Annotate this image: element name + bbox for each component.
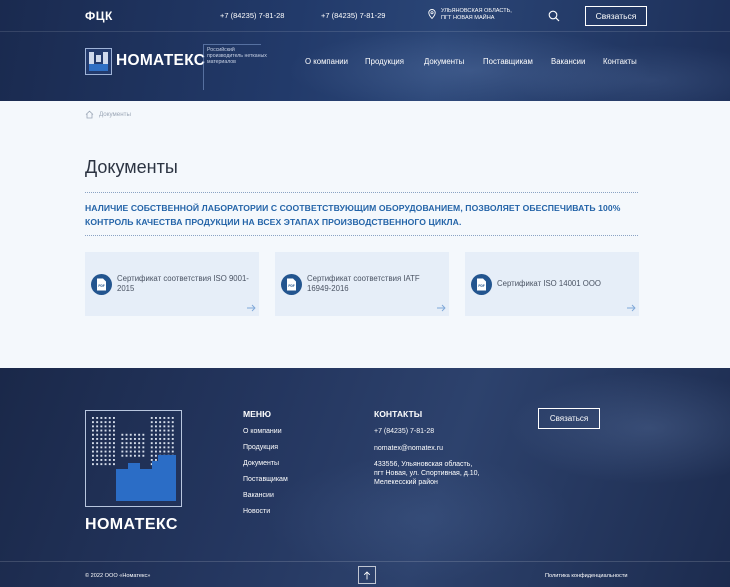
document-card[interactable]: PDF Сертификат соответствия ISO 9001-201… — [85, 252, 259, 316]
header-address: УЛЬЯНОВСКАЯ ОБЛАСТЬ, ПГТ НОВАЯ МАЙНА — [428, 8, 512, 22]
divider-top — [85, 192, 638, 193]
site-header: ФЦК +7 (84235) 7-81-28 +7 (84235) 7-81-2… — [0, 0, 730, 101]
breadcrumb-current: Документы — [99, 111, 131, 118]
divider-bottom — [85, 235, 638, 236]
svg-text:PDF: PDF — [98, 284, 104, 288]
pdf-icon: PDF — [281, 274, 302, 295]
nav-item-vacancies[interactable]: Вакансии — [551, 57, 585, 66]
footer-menu-products[interactable]: Продукция — [243, 444, 278, 451]
footer-logo-mark[interactable] — [85, 410, 182, 507]
document-title: Сертификат ISO 14001 ООО — [497, 279, 601, 288]
contact-button-header[interactable]: Связаться — [585, 6, 647, 26]
document-card[interactable]: PDF Сертификат ISO 14001 ООО — [465, 252, 639, 316]
brand-name[interactable]: НОМАТЕКС — [116, 52, 205, 70]
location-pin-icon — [428, 9, 436, 19]
footer-phone[interactable]: +7 (84235) 7-81-28 — [374, 427, 434, 436]
home-icon[interactable] — [85, 110, 94, 119]
footer-email[interactable]: nomatex@nomatex.ru — [374, 444, 443, 453]
svg-text:PDF: PDF — [478, 284, 484, 288]
copyright: © 2022 ООО «Номатекс» — [85, 573, 151, 579]
document-title: Сертификат соответствия IATF 16949-2016 — [307, 274, 420, 293]
pdf-icon: PDF — [91, 274, 112, 295]
footer-address-line: Мелекесский район — [374, 479, 438, 486]
top-bar: ФЦК +7 (84235) 7-81-28 +7 (84235) 7-81-2… — [0, 0, 730, 32]
fpk-logo[interactable]: ФЦК — [85, 9, 113, 23]
footer-address-line: 433556, Ульяновская область, — [374, 461, 473, 468]
pdf-icon: PDF — [471, 274, 492, 295]
contact-button-footer[interactable]: Связаться — [538, 408, 600, 429]
nav-item-documents[interactable]: Документы — [424, 57, 464, 66]
document-card[interactable]: PDF Сертификат соответствия IATF 16949-2… — [275, 252, 449, 316]
nomatex-dot-logo-icon — [92, 417, 176, 501]
footer-bottom-divider — [0, 561, 730, 562]
footer-menu-documents[interactable]: Документы — [243, 460, 279, 467]
fpk-logo-text: ФЦК — [85, 9, 113, 23]
nav-item-about[interactable]: О компании — [305, 57, 348, 66]
footer-menu-suppliers[interactable]: Поставщикам — [243, 476, 288, 483]
phone-link-1[interactable]: +7 (84235) 7-81-28 — [220, 11, 284, 20]
arrow-right-icon[interactable] — [625, 302, 637, 314]
lead-text: НАЛИЧИЕ СОБСТВЕННОЙ ЛАБОРАТОРИИ С СООТВЕ… — [85, 203, 621, 227]
footer-address-line: пгт Новая, ул. Спортивная, д.10, — [374, 470, 480, 477]
address-line-2: ПГТ НОВАЯ МАЙНА — [441, 15, 495, 21]
footer-contacts-title: КОНТАКТЫ — [374, 409, 423, 419]
nomatex-logo-mark[interactable] — [85, 48, 112, 75]
scroll-to-top-button[interactable] — [358, 566, 376, 584]
site-footer: НОМАТЕКС МЕНЮ О компании Продукция Докум… — [0, 368, 730, 587]
breadcrumb: Документы — [85, 110, 131, 119]
svg-text:PDF: PDF — [288, 284, 294, 288]
nav-item-suppliers[interactable]: Поставщикам — [483, 57, 533, 66]
footer-menu-news[interactable]: Новости — [243, 508, 270, 515]
footer-menu-vacancies[interactable]: Вакансии — [243, 492, 274, 499]
arrow-right-icon[interactable] — [435, 302, 447, 314]
privacy-policy-link[interactable]: Политика конфиденциальности — [545, 573, 628, 579]
document-title: Сертификат соответствия ISO 9001-2015 — [117, 274, 249, 293]
nav-item-contacts[interactable]: Контакты — [603, 57, 637, 66]
search-icon[interactable] — [548, 10, 560, 22]
footer-menu-title: МЕНЮ — [243, 409, 271, 419]
phone-link-2[interactable]: +7 (84235) 7-81-29 — [321, 11, 385, 20]
brand-tagline: Российский производитель нетканых матери… — [207, 47, 267, 65]
arrow-up-icon — [363, 570, 371, 579]
page-title: Документы — [85, 157, 178, 177]
address-line-1: УЛЬЯНОВСКАЯ ОБЛАСТЬ, — [441, 8, 512, 14]
arrow-right-icon[interactable] — [245, 302, 257, 314]
logo-icon — [89, 52, 108, 71]
nav-item-products[interactable]: Продукция — [365, 57, 404, 66]
footer-address: 433556, Ульяновская область, пгт Новая, … — [374, 460, 480, 487]
footer-menu-about[interactable]: О компании — [243, 428, 282, 435]
footer-brand-name: НОМАТЕКС — [85, 516, 178, 533]
